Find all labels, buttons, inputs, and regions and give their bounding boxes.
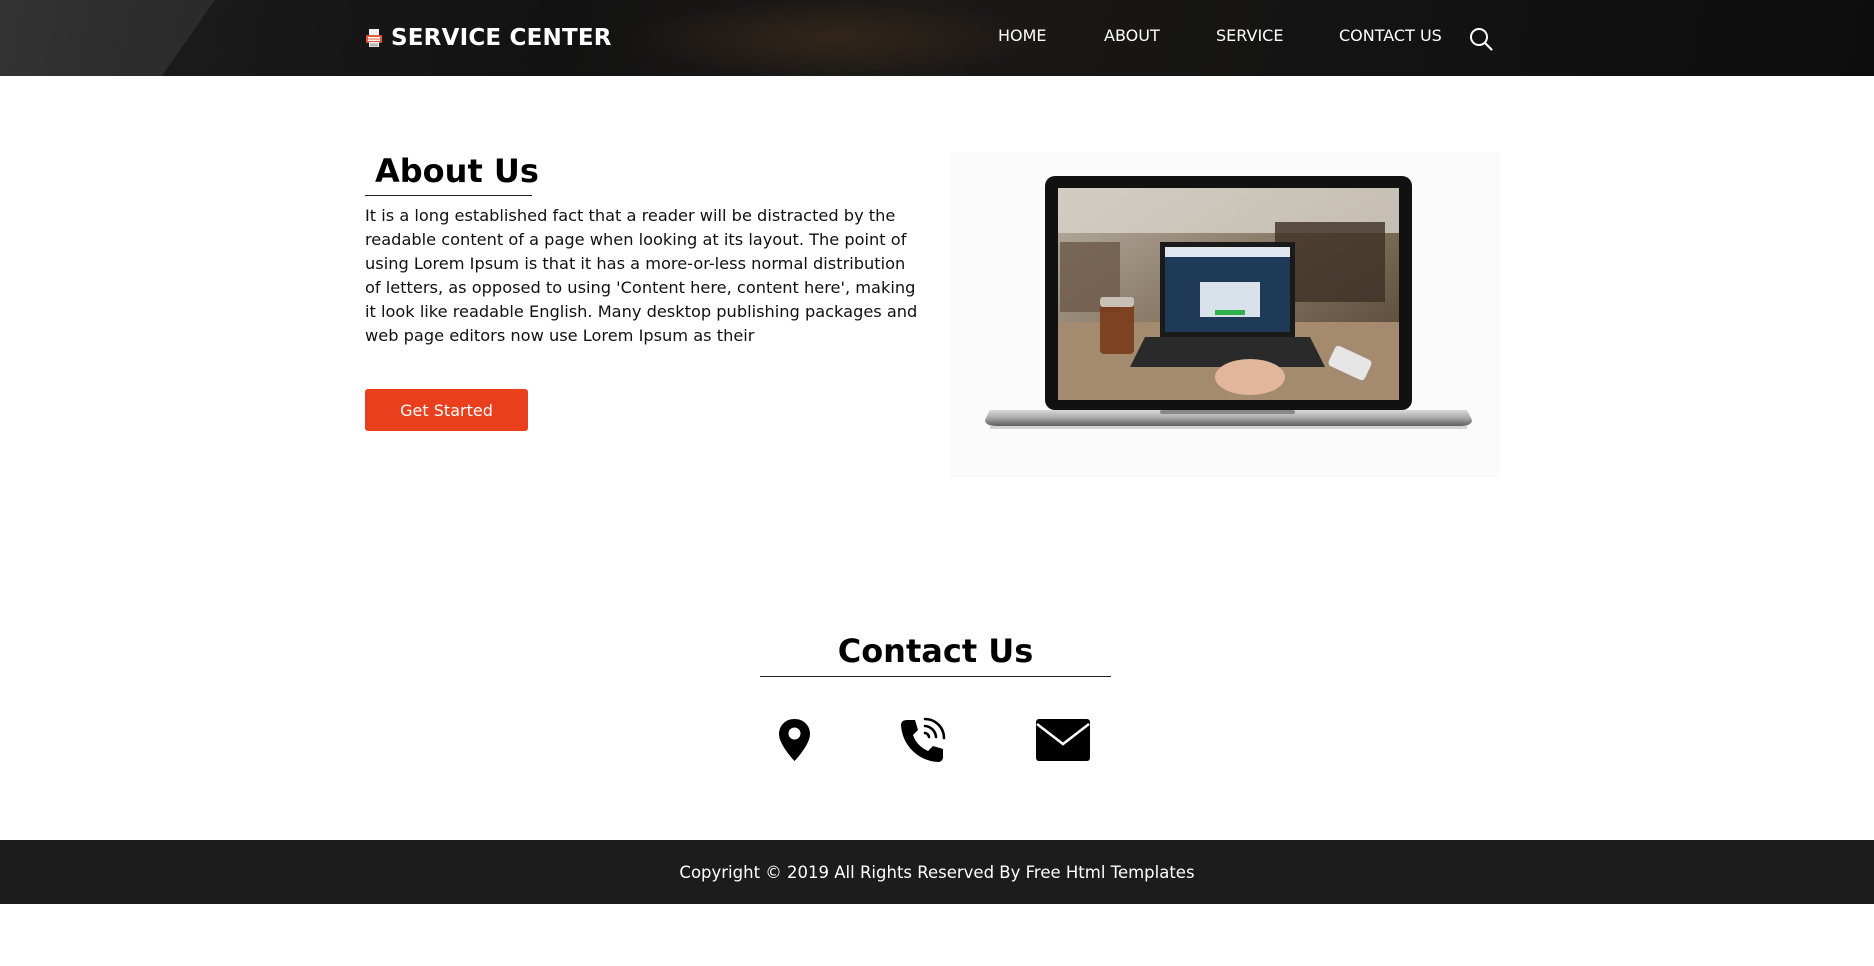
nav-home[interactable]: HOME [998,26,1047,45]
copyright-text: Copyright © 2019 All Rights Reserved By … [679,862,1195,882]
get-started-button[interactable]: Get Started [365,389,528,431]
main-nav: HOME ABOUT SERVICE CONTACT US [0,26,1874,50]
location-pin-icon[interactable] [778,718,811,762]
contact-heading: Contact Us [760,630,1111,677]
contact-title: Contact Us [837,632,1034,670]
search-icon[interactable] [1468,26,1494,52]
phone-icon[interactable] [898,716,948,764]
laptop-image [950,152,1500,478]
nav-service[interactable]: SERVICE [1216,26,1283,45]
nav-about[interactable]: ABOUT [1104,26,1160,45]
site-header: SERVICE CENTER HOME ABOUT SERVICE CONTAC… [0,0,1874,76]
about-heading: About Us [365,152,539,196]
site-footer: Copyright © 2019 All Rights Reserved By … [0,840,1874,904]
nav-contact-us[interactable]: CONTACT US [1339,26,1442,45]
about-paragraph: It is a long established fact that a rea… [365,206,918,345]
envelope-icon[interactable] [1035,718,1091,762]
about-title: About Us [375,152,539,190]
